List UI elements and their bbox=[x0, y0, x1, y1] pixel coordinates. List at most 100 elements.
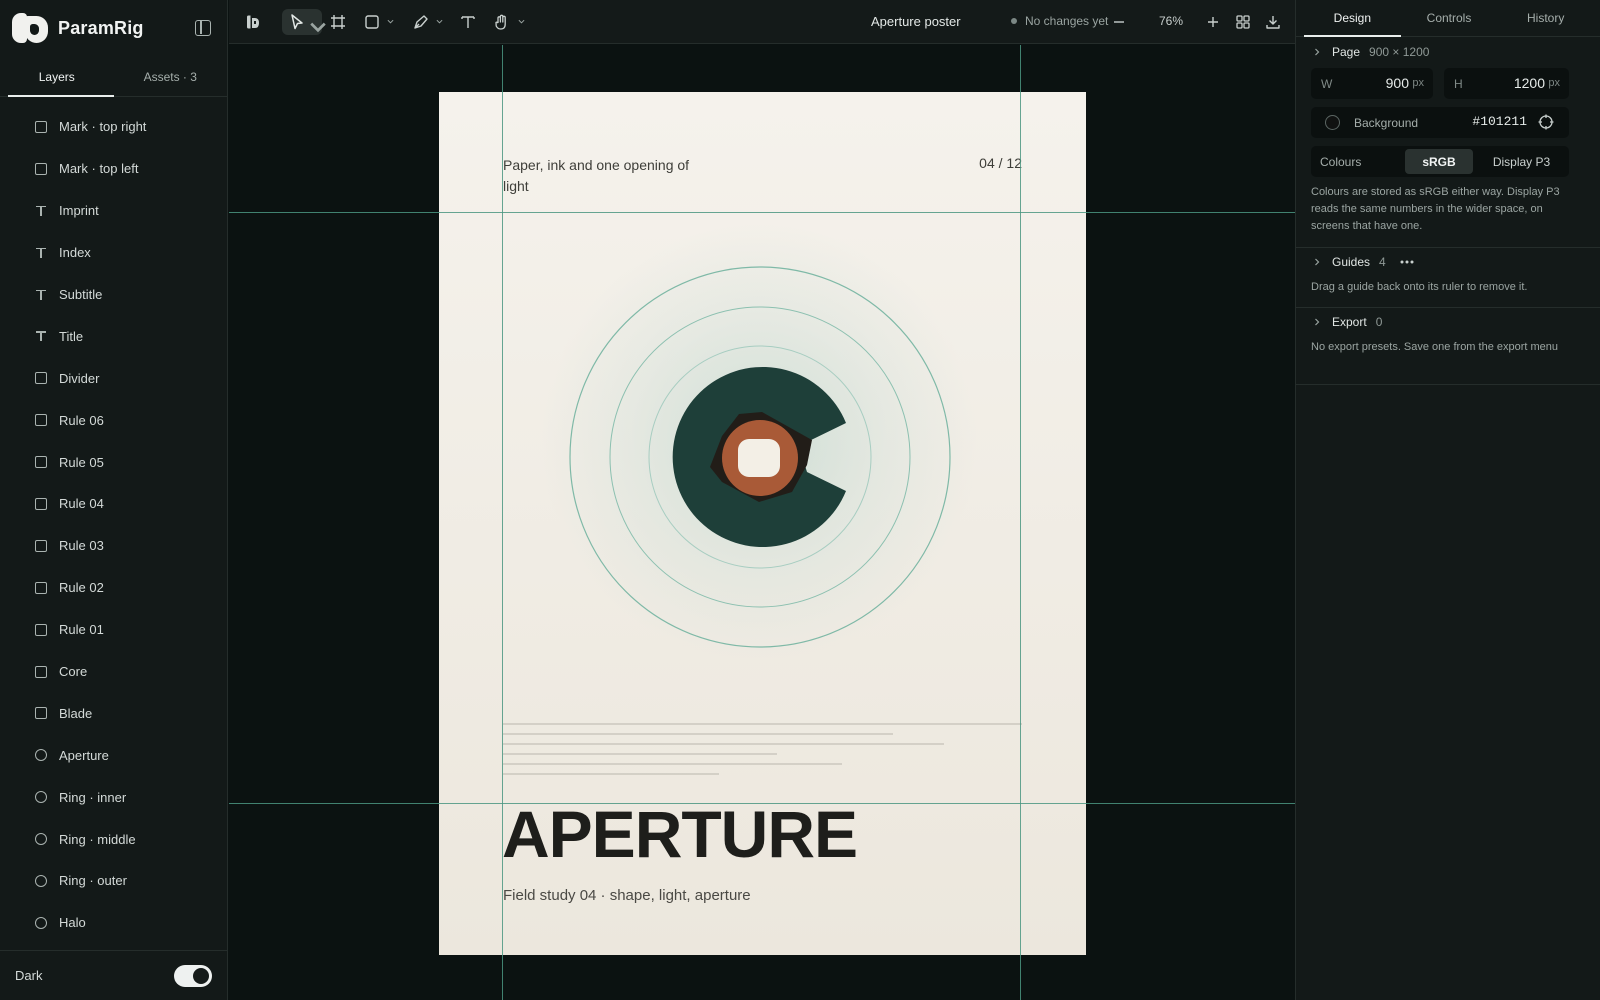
layer-item[interactable]: Imprint bbox=[0, 190, 227, 232]
text-icon bbox=[35, 247, 47, 259]
guide-vertical-right[interactable] bbox=[1020, 45, 1021, 1000]
layer-item[interactable]: Rule 05 bbox=[0, 441, 227, 483]
layer-name: Mark · top left bbox=[59, 161, 139, 177]
zoom-level[interactable]: 76% bbox=[1159, 14, 1183, 28]
layer-item[interactable]: Aperture bbox=[0, 734, 227, 776]
layer-name: Aperture bbox=[59, 747, 109, 763]
guides-section-header[interactable]: Guides 4 bbox=[1296, 252, 1600, 272]
poster-artboard[interactable]: Paper, ink and one opening of light 04 /… bbox=[439, 92, 1086, 955]
rectangle-icon bbox=[35, 162, 47, 175]
layer-item[interactable]: Halo bbox=[0, 902, 227, 944]
pen-tool-icon[interactable] bbox=[410, 11, 432, 33]
section-divider bbox=[1296, 307, 1600, 308]
document-title[interactable]: Aperture poster bbox=[871, 14, 1021, 29]
app-menu-icon[interactable] bbox=[242, 11, 264, 33]
zoom-in-icon[interactable] bbox=[1202, 11, 1224, 33]
collapse-sidebar-icon[interactable] bbox=[195, 20, 211, 36]
rectangle-icon bbox=[35, 707, 47, 720]
chevron-down-icon[interactable] bbox=[387, 18, 394, 25]
save-status: No changes yet bbox=[1011, 14, 1108, 28]
layer-item[interactable]: Index bbox=[0, 232, 227, 274]
background-field[interactable]: Background #101211 bbox=[1311, 107, 1569, 138]
download-icon[interactable] bbox=[1262, 11, 1284, 33]
colour-option-display-p3[interactable]: Display P3 bbox=[1478, 149, 1565, 174]
hand-tool-icon[interactable] bbox=[491, 11, 513, 33]
inspector-panel: Design Controls History Page 900 × 1200 … bbox=[1295, 0, 1600, 1000]
layer-name: Rule 01 bbox=[59, 622, 104, 638]
chevron-down-icon[interactable] bbox=[436, 18, 443, 25]
background-value[interactable]: #101211 bbox=[1472, 114, 1527, 129]
guide-vertical-left[interactable] bbox=[502, 45, 503, 1000]
guide-horizontal-bottom[interactable] bbox=[229, 803, 1295, 804]
rectangle-tool-icon[interactable] bbox=[361, 11, 383, 33]
layer-name: Imprint bbox=[59, 203, 99, 219]
layer-item[interactable]: Subtitle bbox=[0, 274, 227, 316]
tab-layers[interactable]: Layers bbox=[0, 57, 114, 97]
layer-item[interactable]: Rule 03 bbox=[0, 525, 227, 567]
grid-view-icon[interactable] bbox=[1232, 11, 1254, 33]
colour-option-srgb[interactable]: sRGB bbox=[1405, 149, 1473, 174]
width-field[interactable]: W 900 px bbox=[1311, 68, 1433, 99]
page-section-header[interactable]: Page 900 × 1200 bbox=[1296, 42, 1429, 62]
width-label: W bbox=[1321, 77, 1333, 91]
tab-assets[interactable]: Assets · 3 bbox=[114, 57, 228, 96]
chevron-down-icon[interactable] bbox=[518, 18, 525, 25]
tab-controls[interactable]: Controls bbox=[1401, 0, 1498, 36]
layer-name: Rule 05 bbox=[59, 454, 104, 470]
rules bbox=[503, 723, 1022, 775]
height-value[interactable]: 1200 bbox=[1514, 75, 1545, 91]
layer-item[interactable]: Ring · middle bbox=[0, 818, 227, 860]
layer-item[interactable]: Mark · top right bbox=[0, 106, 227, 148]
theme-footer: Dark bbox=[0, 950, 227, 1000]
layer-name: Rule 03 bbox=[59, 538, 104, 554]
poster-imprint[interactable]: Paper, ink and one opening of light bbox=[503, 155, 693, 197]
layer-item[interactable]: Rule 01 bbox=[0, 609, 227, 651]
layer-name: Subtitle bbox=[59, 287, 103, 302]
tab-history[interactable]: History bbox=[1497, 0, 1594, 36]
width-unit: px bbox=[1412, 77, 1424, 89]
sidebar-tabs: Layers Assets · 3 bbox=[0, 57, 227, 97]
layer-item[interactable]: Core bbox=[0, 651, 227, 693]
frame-tool-icon[interactable] bbox=[327, 11, 349, 33]
status-dot-icon bbox=[1011, 18, 1017, 24]
layer-item[interactable]: Ring · inner bbox=[0, 776, 227, 818]
layer-name: Ring · middle bbox=[59, 831, 136, 847]
rectangle-icon bbox=[35, 414, 47, 427]
zoom-out-icon[interactable] bbox=[1108, 11, 1130, 33]
rectangle-icon bbox=[35, 120, 47, 133]
layer-item[interactable]: Ring · outer bbox=[0, 860, 227, 902]
export-note: No export presets. Save one from the exp… bbox=[1311, 341, 1559, 353]
chevron-right-icon bbox=[1315, 318, 1320, 326]
canvas[interactable]: Paper, ink and one opening of light 04 /… bbox=[229, 45, 1295, 1000]
poster-index[interactable]: 04 / 12 bbox=[979, 155, 1022, 171]
width-value[interactable]: 900 bbox=[1386, 75, 1409, 91]
poster-title[interactable]: APERTURE bbox=[502, 798, 858, 870]
background-label: Background bbox=[1354, 116, 1419, 130]
guide-horizontal-top[interactable] bbox=[229, 212, 1295, 213]
layer-name: Halo bbox=[59, 915, 86, 931]
dark-mode-toggle[interactable] bbox=[174, 965, 212, 987]
tab-design[interactable]: Design bbox=[1304, 0, 1401, 37]
layer-item[interactable]: Blade bbox=[0, 692, 227, 734]
poster-subtitle[interactable]: Field study 04 · shape, light, aperture bbox=[503, 887, 751, 904]
layer-item[interactable]: Rule 06 bbox=[0, 399, 227, 441]
layer-item[interactable]: Rule 04 bbox=[0, 483, 227, 525]
text-icon bbox=[35, 205, 47, 217]
layer-item[interactable]: Mark · top left bbox=[0, 148, 227, 190]
theme-label: Dark bbox=[15, 968, 43, 983]
eyedropper-icon[interactable] bbox=[1538, 114, 1554, 130]
background-swatch[interactable] bbox=[1325, 115, 1340, 130]
layer-item[interactable]: Rule 02 bbox=[0, 567, 227, 609]
more-options-icon[interactable] bbox=[1399, 258, 1415, 266]
layer-name: Ring · inner bbox=[59, 789, 127, 805]
layer-item[interactable]: Divider bbox=[0, 357, 227, 399]
select-tool-button[interactable] bbox=[282, 9, 326, 35]
left-sidebar: ParamRig Layers Assets · 3 Mark · top ri… bbox=[0, 0, 228, 1000]
text-tool-icon[interactable] bbox=[457, 11, 479, 33]
layer-item[interactable]: Title bbox=[0, 315, 227, 357]
height-field[interactable]: H 1200 px bbox=[1444, 68, 1569, 99]
height-label: H bbox=[1454, 77, 1463, 91]
export-section-header[interactable]: Export 0 bbox=[1296, 312, 1382, 332]
text-icon bbox=[35, 289, 47, 301]
rectangle-icon bbox=[35, 581, 47, 594]
